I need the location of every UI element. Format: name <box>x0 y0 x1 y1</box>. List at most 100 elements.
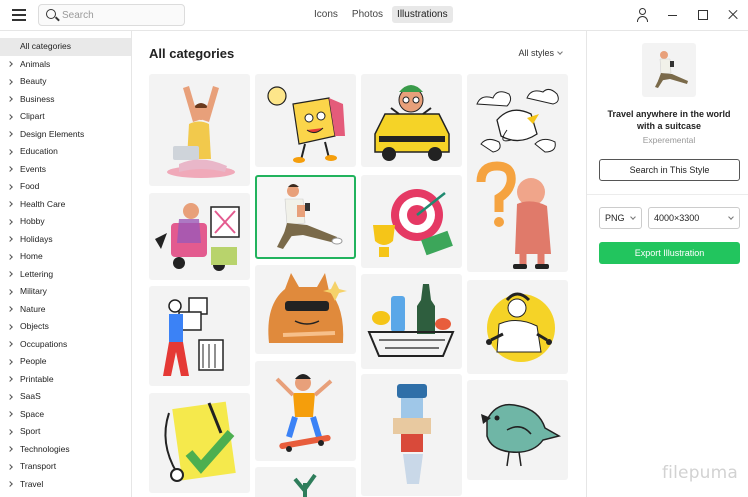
sidebar-item-label: Technologies <box>20 443 70 454</box>
sidebar-item-label: People <box>20 356 47 366</box>
illustration-card[interactable] <box>467 380 568 480</box>
illustration-card[interactable] <box>149 393 250 493</box>
grocery-basket-illustration <box>367 284 455 357</box>
content-type-tabs: Icons Photos Illustrations <box>309 6 453 23</box>
tab-illustrations[interactable]: Illustrations <box>392 6 453 23</box>
traveler-suitcase-illustration <box>277 184 343 249</box>
chevron-right-icon <box>7 253 13 260</box>
window-controls <box>628 0 748 31</box>
chevron-right-icon <box>7 376 13 382</box>
sidebar-item-education[interactable]: Education <box>0 143 131 161</box>
sidebar-item-occupations[interactable]: Occupations <box>0 336 131 354</box>
sidebar-item-printable[interactable]: Printable <box>0 371 131 389</box>
illustration-card[interactable] <box>149 74 250 186</box>
illustration-card-selected[interactable] <box>255 175 356 259</box>
search-box[interactable] <box>38 4 185 26</box>
sidebar-item-label: Sport <box>20 426 41 436</box>
sidebar-item-hobby[interactable]: Hobby <box>0 213 131 231</box>
illustration-card[interactable] <box>255 265 356 354</box>
sidebar-item-beauty[interactable]: Beauty <box>0 73 131 91</box>
search-in-style-button[interactable]: Search in This Style <box>599 159 740 181</box>
delivery-scooter-illustration <box>155 203 240 271</box>
chevron-down-icon <box>557 49 563 55</box>
illustration-card[interactable] <box>467 74 568 167</box>
sidebar-item-food[interactable]: Food <box>0 178 131 196</box>
chevron-right-icon <box>7 96 13 102</box>
illustration-card[interactable] <box>255 74 356 167</box>
sidebar-item-home[interactable]: Home <box>0 248 131 266</box>
tab-photos[interactable]: Photos <box>347 6 388 23</box>
tab-icons[interactable]: Icons <box>309 6 343 23</box>
illustration-card[interactable] <box>149 193 250 280</box>
size-select[interactable]: 4000×3300 <box>648 207 740 229</box>
illustration-style-name: Experemental <box>642 135 696 145</box>
illustration-card[interactable] <box>361 274 462 369</box>
sidebar-item-design-elements[interactable]: Design Elements <box>0 126 131 144</box>
bird-clouds-illustration <box>476 88 559 153</box>
sidebar-item-health-care[interactable]: Health Care <box>0 196 131 214</box>
sidebar-item-label: SaaS <box>20 391 41 401</box>
sidebar-item-events[interactable]: Events <box>0 161 131 179</box>
sidebar-item-business[interactable]: Business <box>0 91 131 109</box>
sidebar-item-travel[interactable]: Travel <box>0 476 131 494</box>
stethoscope-checkmark-illustration <box>164 401 236 482</box>
style-filter-dropdown[interactable]: All styles <box>518 48 563 58</box>
sidebar-item-all-categories[interactable]: All categories <box>0 38 131 56</box>
bird-illustration <box>481 403 561 467</box>
illustration-card[interactable] <box>255 467 356 497</box>
search-input[interactable] <box>62 7 180 23</box>
sidebar-item-lettering[interactable]: Lettering <box>0 266 131 284</box>
details-panel: Travel anywhere in the world with a suit… <box>586 31 748 497</box>
minimize-icon[interactable] <box>658 0 688 31</box>
sidebar-item-transport[interactable]: Transport <box>0 458 131 476</box>
illustration-card[interactable] <box>361 74 462 167</box>
sidebar-item-label: Clipart <box>20 111 45 121</box>
illustration-card[interactable] <box>149 286 250 386</box>
chevron-right-icon <box>7 341 13 347</box>
sidebar-item-technologies[interactable]: Technologies <box>0 441 131 459</box>
chevron-right-icon <box>7 288 13 295</box>
sidebar-item-label: Health Care <box>20 198 66 209</box>
export-illustration-button[interactable]: Export Illustration <box>599 242 740 264</box>
maximize-icon[interactable] <box>688 0 718 31</box>
menu-icon[interactable] <box>12 9 26 21</box>
cat-sunglasses-illustration <box>268 273 347 343</box>
chevron-down-icon <box>728 214 734 220</box>
sidebar-item-sport[interactable]: Sport <box>0 423 131 441</box>
sidebar-item-animals[interactable]: Animals <box>0 56 131 74</box>
woman-laptop-yoga-illustration <box>167 86 235 178</box>
chevron-right-icon <box>7 183 13 190</box>
lightbulb-book-characters-illustration <box>267 86 345 163</box>
sidebar-item-label: Travel <box>20 478 44 489</box>
sidebar-item-label: Transport <box>20 461 57 471</box>
sidebar-item-label: Objects <box>20 321 49 331</box>
sidebar-item-nature[interactable]: Nature <box>0 301 131 319</box>
illustration-title: Travel anywhere in the world with a suit… <box>607 109 731 131</box>
illustration-card[interactable] <box>467 280 568 374</box>
illustration-card[interactable] <box>361 374 462 496</box>
sidebar-item-objects[interactable]: Objects <box>0 318 131 336</box>
search-icon <box>46 9 56 19</box>
sidebar-item-military[interactable]: Military <box>0 283 131 301</box>
sidebar-item-saas[interactable]: SaaS <box>0 388 131 406</box>
user-icon[interactable] <box>628 0 658 31</box>
chevron-right-icon <box>7 306 13 312</box>
chevron-right-icon <box>7 393 13 400</box>
sidebar-item-people[interactable]: People <box>0 353 131 371</box>
illustration-card[interactable] <box>467 158 568 272</box>
sidebar-item-clipart[interactable]: Clipart <box>0 108 131 126</box>
size-value: 4000×3300 <box>654 213 700 223</box>
chevron-right-icon <box>7 166 13 172</box>
chevron-down-icon <box>630 214 636 220</box>
format-select[interactable]: PNG <box>599 207 642 229</box>
sidebar-item-label: Space <box>20 408 45 419</box>
sidebar-item-space[interactable]: Space <box>0 406 131 424</box>
plant-illustration <box>293 473 317 497</box>
sidebar-item-holidays[interactable]: Holidays <box>0 231 131 249</box>
sidebar-item-label: Beauty <box>20 76 47 86</box>
sidebar-item-label: Nature <box>20 303 46 314</box>
illustration-card[interactable] <box>361 175 462 268</box>
illustration-card[interactable] <box>255 361 356 461</box>
chevron-right-icon <box>7 446 13 452</box>
close-icon[interactable] <box>718 0 748 31</box>
